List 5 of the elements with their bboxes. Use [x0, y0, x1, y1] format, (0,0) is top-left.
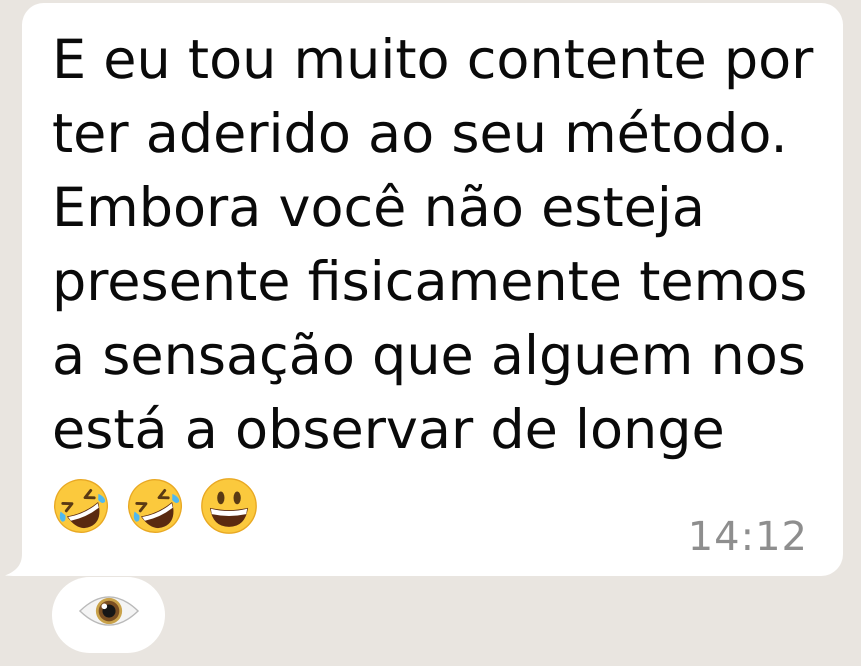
grinning-face-icon [200, 477, 258, 535]
laughing-face-icon [52, 477, 110, 535]
message-time: 14:12 [688, 517, 808, 557]
message-text: E eu tou muito contente por ter aderido ao seu método. Embora você não esteja presente fisicamente temos a sensação que alguem nos está a observar de longe [52, 27, 814, 463]
laughing-face-icon [126, 477, 184, 535]
